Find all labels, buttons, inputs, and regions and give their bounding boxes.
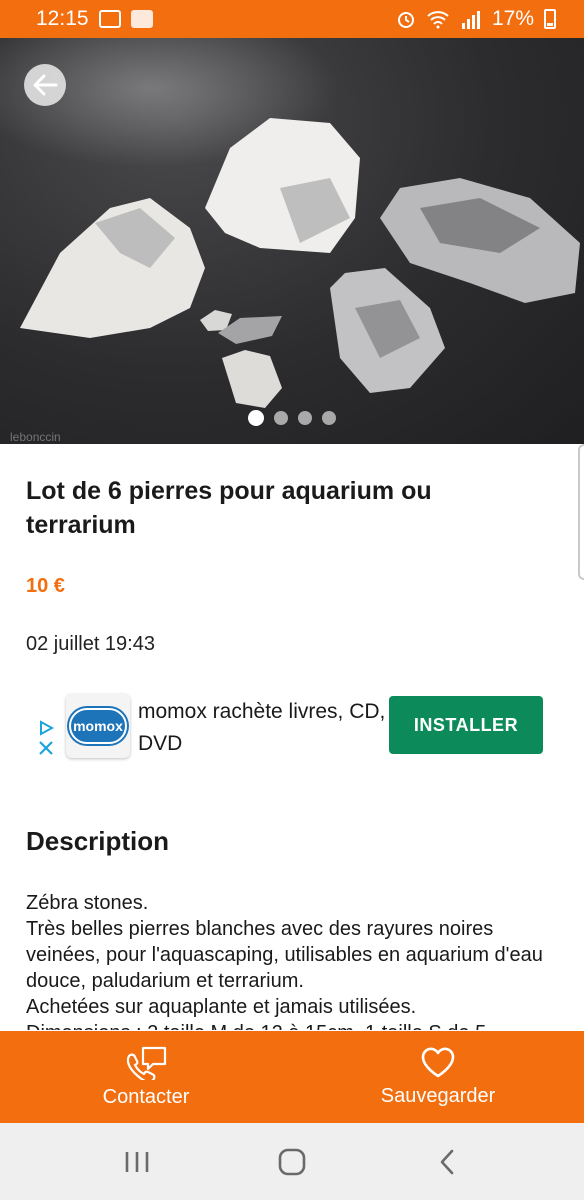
battery-percent: 17% bbox=[491, 7, 534, 30]
gallery-dot-1[interactable] bbox=[248, 410, 264, 426]
listing-image-gallery[interactable]: lebonccin bbox=[0, 38, 584, 444]
gallery-pagination bbox=[0, 410, 584, 426]
momox-logo: momox bbox=[69, 708, 127, 744]
action-bar: Contacter Sauvegarder bbox=[0, 1031, 584, 1123]
system-back-button[interactable] bbox=[417, 1132, 477, 1192]
ad-choices-icon[interactable] bbox=[38, 720, 54, 736]
ad-logo[interactable]: momox bbox=[66, 694, 130, 758]
heart-icon bbox=[421, 1047, 455, 1077]
phone-message-icon bbox=[126, 1046, 167, 1080]
gallery-dot-3[interactable] bbox=[298, 411, 312, 425]
contact-label: Contacter bbox=[102, 1085, 190, 1108]
status-bar: 12:15 17% bbox=[0, 0, 584, 38]
recent-apps-button[interactable] bbox=[107, 1132, 167, 1192]
alarm-icon bbox=[397, 12, 414, 28]
gallery-dot-2[interactable] bbox=[274, 411, 288, 425]
home-icon bbox=[278, 1148, 306, 1175]
status-left: 12:15 bbox=[36, 7, 153, 31]
listing-price: 10 € bbox=[26, 575, 65, 597]
status-right: 17% bbox=[396, 7, 556, 31]
description-text: Zébra stones. Très belles pierres blanch… bbox=[26, 892, 543, 1030]
photo-icon bbox=[130, 10, 153, 28]
wifi-icon bbox=[427, 11, 449, 29]
ad-text[interactable]: momox rachète livres, CD, DVD bbox=[138, 696, 388, 760]
close-icon[interactable] bbox=[38, 740, 54, 756]
scroll-indicator[interactable] bbox=[578, 444, 584, 580]
back-button[interactable] bbox=[24, 64, 66, 106]
signal-icon bbox=[461, 11, 480, 29]
arrow-left-icon bbox=[33, 74, 58, 96]
system-nav-bar bbox=[0, 1123, 584, 1200]
stones-photo bbox=[20, 118, 580, 408]
ad-choices[interactable] bbox=[36, 720, 56, 756]
status-time: 12:15 bbox=[36, 7, 89, 30]
recent-apps-icon bbox=[126, 1151, 149, 1172]
listing-title: Lot de 6 pierres pour aquarium ou terrar… bbox=[26, 477, 432, 539]
contact-button[interactable]: Contacter bbox=[0, 1031, 292, 1123]
battery-icon bbox=[544, 9, 556, 29]
back-icon bbox=[440, 1149, 453, 1174]
save-label: Sauvegarder bbox=[380, 1084, 496, 1107]
listing-date: 02 juillet 19:43 bbox=[26, 633, 155, 655]
gallery-dot-4[interactable] bbox=[322, 411, 336, 425]
install-button[interactable]: INSTALLER bbox=[389, 696, 543, 754]
save-button[interactable]: Sauvegarder bbox=[292, 1031, 584, 1123]
image-watermark: lebonccin bbox=[10, 430, 61, 444]
home-button[interactable] bbox=[262, 1132, 322, 1192]
mail-icon bbox=[98, 10, 121, 28]
description-heading: Description bbox=[26, 826, 170, 856]
ad-banner[interactable]: momox momox rachète livres, CD, DVD INST… bbox=[36, 692, 556, 764]
